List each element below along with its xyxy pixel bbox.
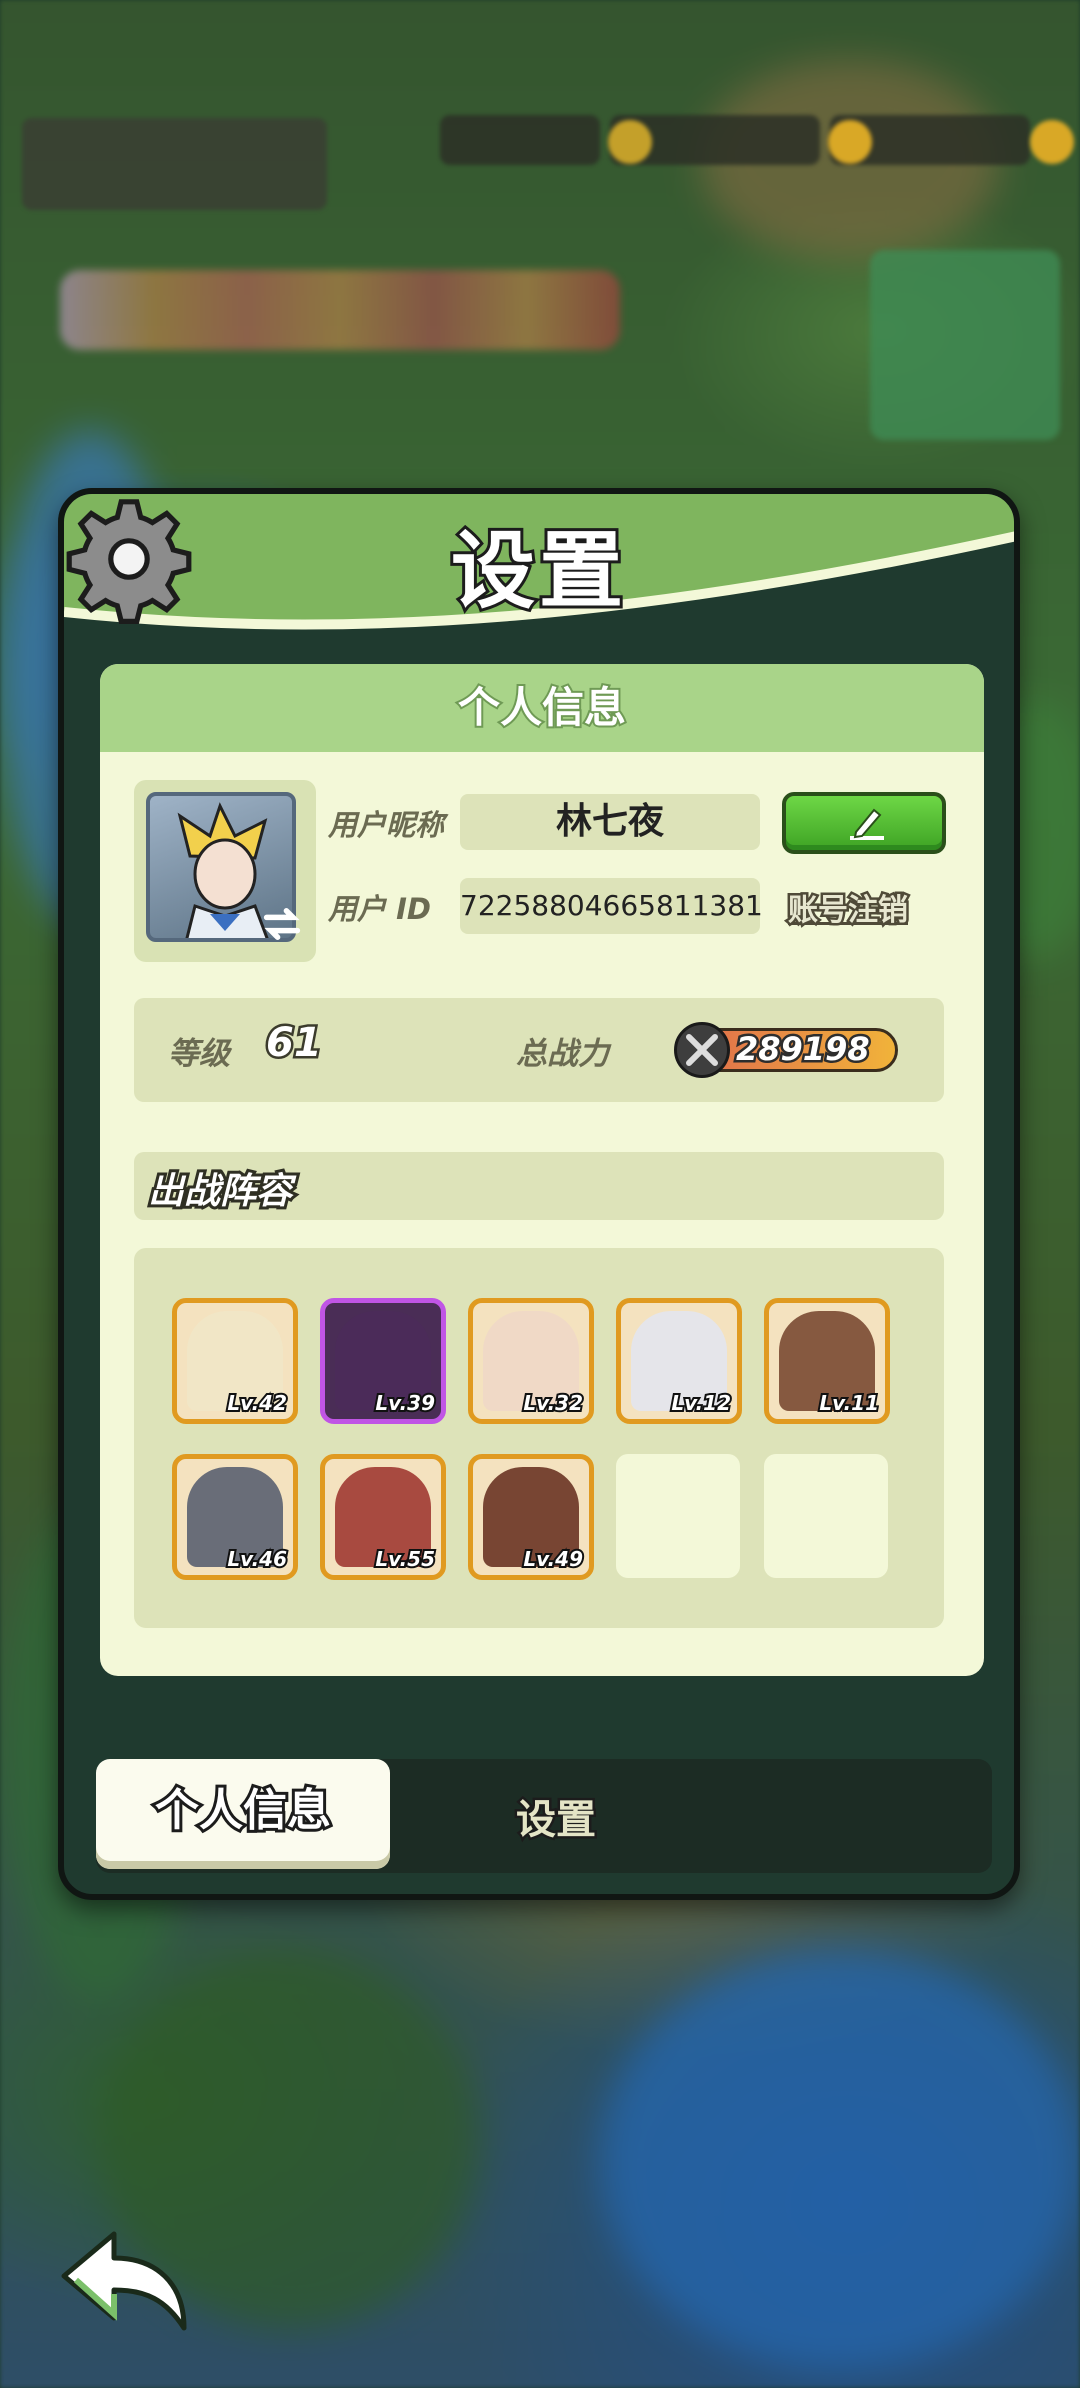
hero-card[interactable]: Lv.32 (468, 1298, 594, 1424)
delete-account-link[interactable]: 账号注销 (786, 885, 911, 931)
power-badge: 289198 (674, 1022, 906, 1078)
hero-card[interactable]: Lv.49 (468, 1454, 594, 1580)
gem-icon (608, 120, 652, 164)
tab-bar: 个人信息 设置 (96, 1759, 992, 1873)
user-id-label: 用户 ID (328, 892, 431, 926)
stats-row: 等级 61 总战力 289198 (134, 998, 944, 1102)
edit-nickname-button[interactable] (782, 792, 946, 854)
pencil-icon (850, 808, 884, 840)
power-value: 289198 (734, 1028, 873, 1071)
crossed-swords-icon (674, 1022, 730, 1078)
empty-hero-slot[interactable] (764, 1454, 888, 1578)
lineup-title: 出战阵容 (145, 1168, 295, 1215)
lineup-grid: Lv.42 Lv.39 Lv.32 Lv.12 Lv.11 Lv.46 Lv.55 Lv.49 (134, 1248, 944, 1628)
player-hud[interactable] (22, 118, 327, 210)
hero-level: Lv.46 (225, 1545, 289, 1573)
hero-card[interactable]: Lv.11 (764, 1298, 890, 1424)
nickname-field: 林七夜 (460, 794, 760, 850)
level-label: 等级 (168, 1036, 230, 1072)
coin-icon (1030, 120, 1074, 164)
hero-level: Lv.42 (225, 1389, 289, 1417)
settings-dialog: 设置 个人信息 用户昵称 林七夜 用户 ID 72258804665811381… (58, 488, 1020, 1900)
hero-card[interactable]: Lv.39 (320, 1298, 446, 1424)
power-label: 总战力 (516, 1036, 609, 1072)
hero-strip (60, 270, 620, 350)
nickname-label: 用户昵称 (328, 808, 445, 842)
hero-card[interactable]: Lv.12 (616, 1298, 742, 1424)
top-hud (0, 0, 1080, 230)
user-id-field: 72258804665811381 (460, 878, 763, 934)
hero-level: Lv.55 (373, 1545, 437, 1573)
lineup-header: 出战阵容 (134, 1152, 944, 1220)
hero-level: Lv.39 (373, 1389, 437, 1417)
tab-settings[interactable]: 设置 (514, 1787, 599, 1846)
hero-card[interactable]: Lv.46 (172, 1454, 298, 1580)
resource-bar[interactable] (440, 115, 600, 165)
minimap[interactable] (870, 250, 1060, 440)
coin-icon (828, 120, 872, 164)
dialog-title: 设置 (448, 519, 627, 623)
hero-level: Lv.12 (669, 1389, 733, 1417)
swap-arrows-icon[interactable] (260, 902, 304, 946)
hero-level: Lv.32 (521, 1389, 585, 1417)
hero-level: Lv.49 (521, 1545, 585, 1573)
tab-profile[interactable]: 个人信息 (96, 1759, 390, 1869)
hero-card[interactable]: Lv.42 (172, 1298, 298, 1424)
back-arrow-icon[interactable] (56, 2228, 192, 2338)
profile-panel: 个人信息 用户昵称 林七夜 用户 ID 72258804665811381 账号… (100, 664, 984, 1676)
avatar-frame[interactable] (134, 780, 316, 962)
dialog-header: 设置 (64, 494, 1014, 642)
level-value: 61 (264, 1018, 325, 1069)
panel-header: 个人信息 (100, 664, 984, 752)
hero-level: Lv.11 (817, 1389, 881, 1417)
empty-hero-slot[interactable] (616, 1454, 740, 1578)
hero-card[interactable]: Lv.55 (320, 1454, 446, 1580)
